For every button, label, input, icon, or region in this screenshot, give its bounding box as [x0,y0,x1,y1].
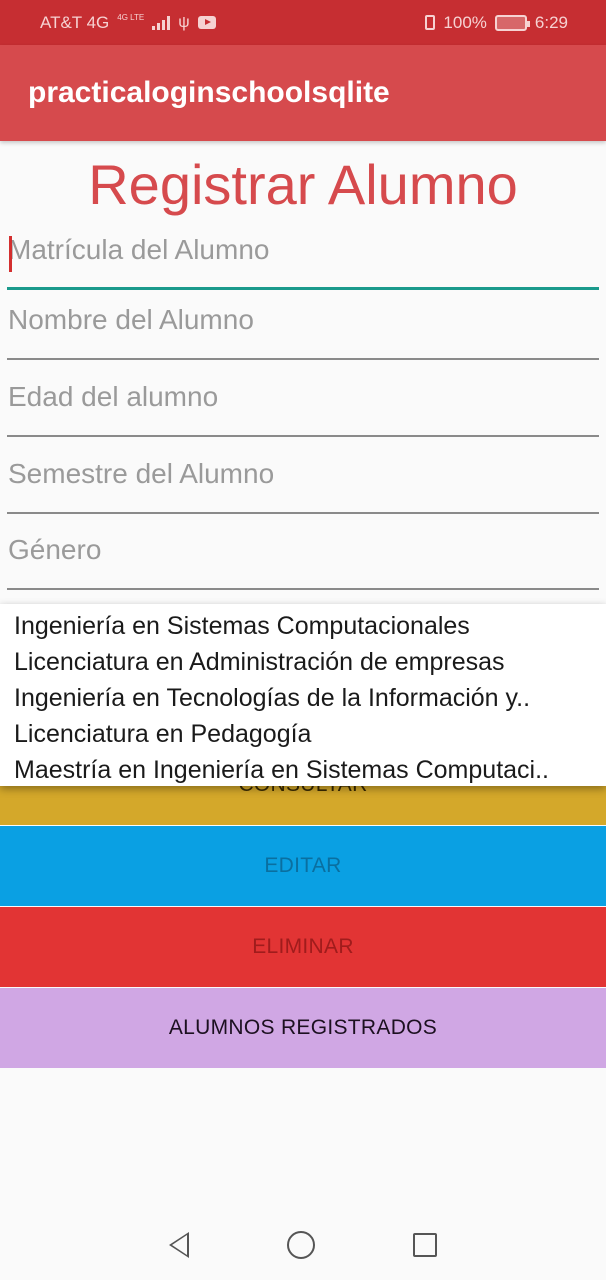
dropdown-item[interactable]: Ingeniería en Tecnologías de la Informac… [14,680,606,716]
edad-field[interactable]: Edad del alumno [7,377,599,437]
semestre-placeholder: Semestre del Alumno [8,458,275,489]
battery-percent: 100% [443,12,487,32]
nombre-field[interactable]: Nombre del Alumno [7,300,599,360]
genero-field[interactable]: Género [7,530,599,590]
carrier-label: AT&T 4G [40,12,110,32]
navigation-bar [0,1210,606,1280]
status-right: 100% 6:29 [425,13,568,33]
editar-button[interactable]: EDITAR [0,826,606,906]
text-cursor [9,236,12,272]
nombre-placeholder: Nombre del Alumno [8,304,254,335]
eliminar-button[interactable]: ELIMINAR [0,907,606,987]
app-title: practicaloginschoolsqlite [28,76,390,109]
alumnos-registrados-button[interactable]: ALUMNOS REGISTRADOS [0,988,606,1068]
dropdown-item[interactable]: Licenciatura en Pedagogía [14,716,606,752]
alumnos-registrados-label: ALUMNOS REGISTRADOS [168,1016,438,1039]
nav-back-icon[interactable] [169,1232,189,1258]
nav-recent-icon[interactable] [413,1233,437,1257]
network-tag: 4G LTE [117,12,145,22]
nav-home-icon[interactable] [287,1231,315,1259]
consultar-button[interactable]: CONSULTAR [0,783,606,825]
app-bar: practicaloginschoolsqlite [0,45,606,141]
dropdown-item[interactable]: Ingeniería en Sistemas Computacionales [14,608,606,644]
eliminar-label: ELIMINAR [252,935,354,958]
signal-icon [152,15,171,30]
vibrate-icon [425,15,436,30]
matricula-field[interactable]: Matrícula del Alumno [7,230,599,290]
carrera-dropdown-list: Ingeniería en Sistemas Computacionales L… [0,604,606,786]
dropdown-item[interactable]: Licenciatura en Administración de empres… [14,644,606,680]
status-left: AT&T 4G 4G LTE ψ [40,13,216,33]
edad-placeholder: Edad del alumno [8,381,219,412]
matricula-placeholder: Matrícula del Alumno [8,234,270,265]
youtube-icon [197,16,216,29]
dropdown-item[interactable]: Maestría en Ingeniería en Sistemas Compu… [14,752,606,788]
editar-label: EDITAR [264,854,342,877]
semestre-field[interactable]: Semestre del Alumno [7,454,599,514]
status-bar: AT&T 4G 4G LTE ψ 100% 6:29 [0,0,606,45]
battery-icon [494,14,530,31]
genero-placeholder: Género [8,534,102,565]
clock: 6:29 [534,12,568,32]
page-title: Registrar Alumno [88,153,518,216]
usb-icon: ψ [178,13,190,31]
